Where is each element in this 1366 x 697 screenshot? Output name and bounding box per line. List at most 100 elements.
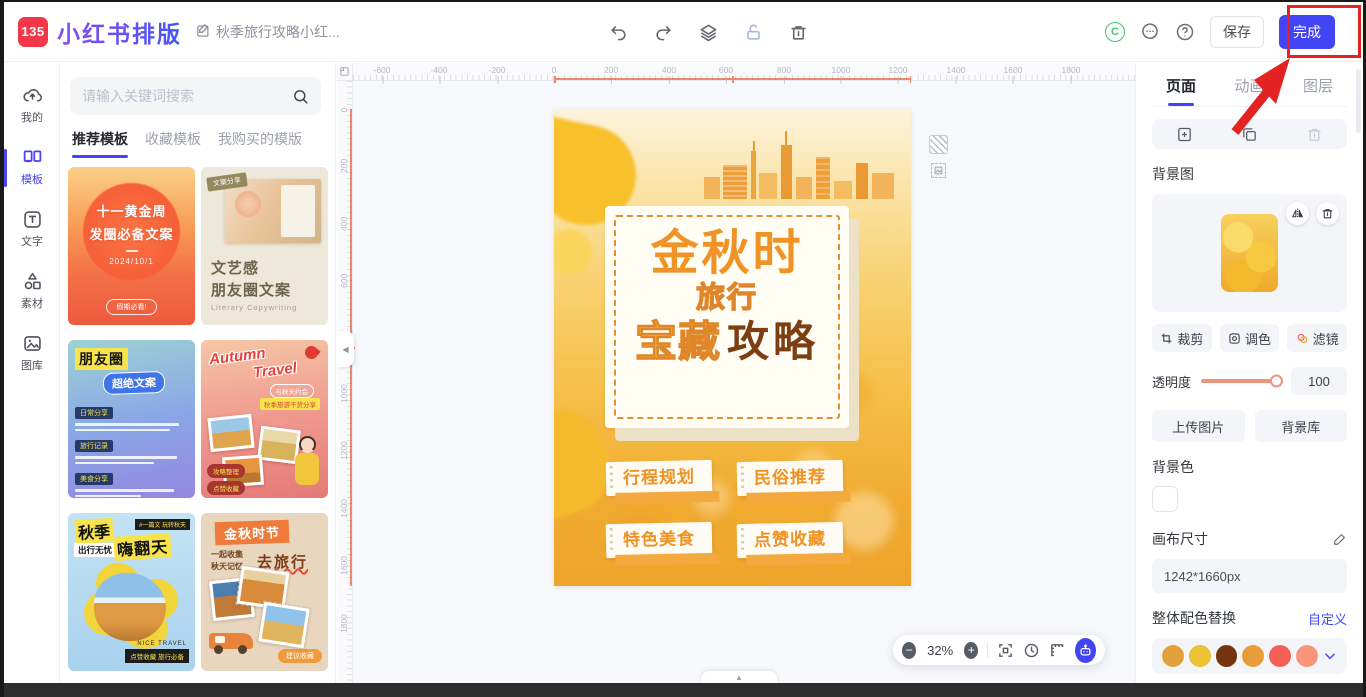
opacity-value[interactable]: 100 (1291, 367, 1347, 395)
save-button[interactable]: 保存 (1210, 16, 1264, 48)
custom-colors-link[interactable]: 自定义 (1308, 609, 1347, 628)
app-window: 135 小红书排版 秋季旅行攻略小红... C 保存 完成 我的 模板 (0, 0, 1366, 697)
ruler-corner-icon[interactable] (337, 63, 353, 81)
poster-title-line3[interactable]: 宝藏攻略 (605, 321, 849, 363)
opacity-label: 透明度 (1152, 372, 1191, 391)
poster-title-card[interactable]: 金秋时 旅行 宝藏攻略 (605, 206, 849, 428)
text-icon (22, 209, 43, 230)
nav-item-gallery[interactable]: 图库 (4, 323, 60, 383)
adjust-color-button[interactable]: 调色 (1220, 324, 1280, 352)
opacity-slider[interactable] (1201, 379, 1281, 383)
ruler-toggle-icon[interactable] (1049, 642, 1066, 659)
tab-favorite-templates[interactable]: 收藏模板 (145, 129, 201, 158)
history-clock-icon[interactable] (1023, 642, 1040, 659)
ruler-label: 1200 (889, 65, 908, 75)
nav-item-templates[interactable]: 模板 (4, 137, 60, 197)
expand-bottom-panel-tab[interactable]: ▲ (701, 671, 777, 683)
remove-background-icon[interactable] (1316, 202, 1339, 225)
ruler-label: -400 (430, 65, 447, 75)
nav-item-mine[interactable]: 我的 (4, 75, 60, 135)
template-grid: 十一黄金周 发圈必备文案 2024/10/1 假期必看! 文案分享 文艺感 朋友… (60, 158, 335, 671)
poster-tag-like-save[interactable]: 点赞收藏 (737, 522, 844, 558)
feedback-chat-icon[interactable] (1140, 22, 1160, 42)
palette-swatch[interactable] (1296, 645, 1318, 667)
document-name-field[interactable]: 秋季旅行攻略小红... (196, 22, 340, 42)
background-thumbnail[interactable] (1221, 214, 1278, 292)
template-card-autumn-outing[interactable]: #一篇文 玩转秋天 秋季 出行无忧 嗨翻天 NICE TRAVEL 点赞收藏 旅… (68, 513, 195, 671)
canvas-size-input[interactable]: 1242*1660px (1152, 559, 1347, 593)
canvas-size-label: 画布尺寸 (1152, 529, 1208, 549)
nav-item-assets[interactable]: 素材 (4, 261, 60, 321)
palette-swatch[interactable] (1216, 645, 1238, 667)
fit-screen-icon[interactable] (997, 642, 1014, 659)
poster-page[interactable]: 金秋时 旅行 宝藏攻略 行程规划 民俗推荐 特色美食 点赞收藏 (554, 109, 911, 586)
zoom-level: 32% (925, 643, 955, 658)
edit-size-icon[interactable] (1333, 532, 1347, 546)
ruler-label: 1000 (339, 391, 349, 403)
poster-title-line1[interactable]: 金秋时 (605, 230, 849, 278)
search-icon[interactable] (292, 88, 309, 105)
opacity-slider-knob[interactable] (1270, 375, 1283, 388)
poster-tag-itinerary[interactable]: 行程规划 (606, 460, 713, 496)
palette-swatch[interactable] (1269, 645, 1291, 667)
crop-button[interactable]: 裁剪 (1152, 324, 1212, 352)
properties-panel: 页面 动画 图层 背景图 裁剪 调色 (1135, 63, 1363, 683)
zoom-toolbar: − 32% + (893, 635, 1105, 665)
search-input[interactable] (82, 88, 292, 104)
background-color-swatch[interactable] (1152, 486, 1178, 512)
tab-animation[interactable]: 动画 (1234, 75, 1264, 106)
ruler-label: -200 (488, 65, 505, 75)
palette-swatch[interactable] (1189, 645, 1211, 667)
filter-button[interactable]: 滤镜 (1287, 324, 1347, 352)
copyright-icon[interactable]: C (1105, 22, 1125, 42)
panel-scrollbar[interactable] (1356, 69, 1361, 133)
duplicate-page-icon[interactable] (1241, 126, 1258, 143)
redo-icon[interactable] (653, 22, 673, 42)
palette-swatch[interactable] (1242, 645, 1264, 667)
ruler-label: 400 (662, 65, 676, 75)
poster-tag-food[interactable]: 特色美食 (606, 522, 713, 558)
left-nav-rail: 我的 模板 文字 素材 图库 (4, 63, 60, 683)
delete-page-icon[interactable] (1306, 126, 1323, 143)
tab-purchased-templates[interactable]: 我购买的模版 (218, 129, 302, 158)
template-card-golden-autumn[interactable]: 金秋时节 一起收集 秋天记忆 去旅行 建议收藏 (201, 513, 328, 671)
palette-swatch[interactable] (1162, 645, 1184, 667)
tab-recommended-templates[interactable]: 推荐模板 (72, 129, 128, 158)
chevron-down-icon[interactable] (1323, 649, 1337, 663)
page-image-icon[interactable] (931, 163, 946, 178)
upload-image-button[interactable]: 上传图片 (1152, 410, 1245, 442)
tab-page[interactable]: 页面 (1166, 75, 1196, 106)
girl-character (299, 436, 316, 453)
template-card-literary[interactable]: 文案分享 文艺感 朋友圈文案 Literary Copywriting (201, 167, 328, 325)
layers-icon[interactable] (698, 22, 718, 42)
search-box[interactable] (70, 77, 321, 115)
add-page-icon[interactable] (1176, 126, 1193, 143)
delete-icon[interactable] (788, 22, 808, 42)
flip-horizontal-icon[interactable] (1286, 202, 1309, 225)
brand-logo[interactable]: 135 (18, 17, 48, 47)
tab-layers[interactable]: 图层 (1303, 75, 1333, 106)
ruler-label: 1600 (339, 563, 349, 575)
ai-assistant-button[interactable] (1075, 638, 1096, 663)
unlock-icon[interactable] (743, 22, 763, 42)
canvas-area[interactable]: -600 -400 -200 0 200 400 600 800 1000 12… (337, 63, 1135, 683)
ruler-label: 600 (339, 276, 349, 288)
template-card-moments-copy[interactable]: 朋友圈 超绝文案 日常分享 旅行记录 美食分享 (68, 340, 195, 498)
poster-tag-folk-customs[interactable]: 民俗推荐 (737, 460, 844, 496)
ruler-label: 0 (552, 65, 557, 75)
template-card-autumn-travel[interactable]: Autumn Travel 与秋天约会 秋季旅游干货分享 攻略整理 点赞收藏 (201, 340, 328, 498)
poster-title-line2[interactable]: 旅行 (605, 284, 849, 313)
zoom-out-button[interactable]: − (902, 642, 916, 659)
collapse-left-panel-tab[interactable]: ◀ (337, 331, 354, 367)
zoom-in-button[interactable]: + (964, 642, 978, 659)
image-icon (22, 333, 43, 354)
transparent-background-icon[interactable] (929, 135, 948, 154)
undo-icon[interactable] (608, 22, 628, 42)
ruler-label: 1400 (947, 65, 966, 75)
crop-icon (1160, 332, 1173, 345)
nav-item-text[interactable]: 文字 (4, 199, 60, 259)
help-icon[interactable] (1175, 22, 1195, 42)
done-button[interactable]: 完成 (1279, 15, 1335, 49)
template-card-golden-week[interactable]: 十一黄金周 发圈必备文案 2024/10/1 假期必看! (68, 167, 195, 325)
background-library-button[interactable]: 背景库 (1255, 410, 1348, 442)
